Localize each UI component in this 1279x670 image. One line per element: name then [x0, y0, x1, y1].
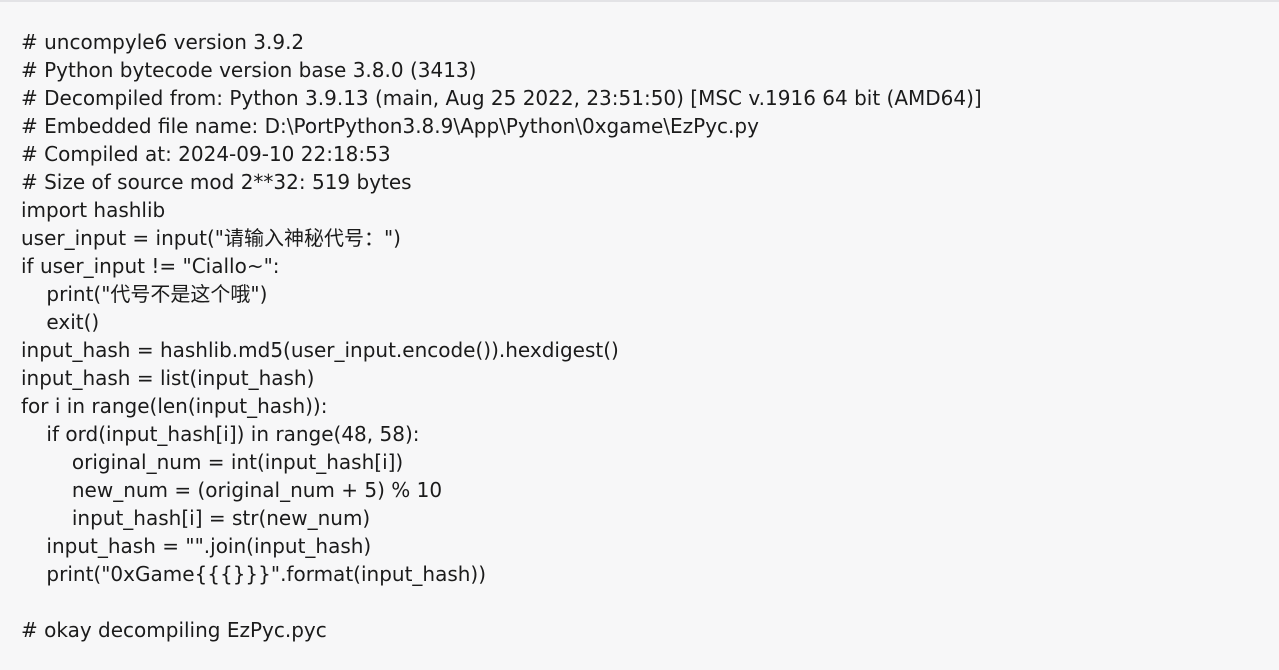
code-line-17: new_num = (original_num + 5) % 10: [21, 478, 443, 502]
code-line-6: # Size of source mod 2**32: 519 bytes: [21, 170, 412, 194]
code-line-8: user_input = input("请输入神秘代号："): [21, 226, 401, 250]
code-line-20: print("0xGame{{{}}}".format(input_hash)): [21, 562, 487, 586]
code-line-19: input_hash = "".join(input_hash): [21, 534, 372, 558]
code-line-9: if user_input != "Ciallo~":: [21, 254, 280, 278]
code-line-14: for i in range(len(input_hash)):: [21, 394, 328, 418]
code-line-5: # Compiled at: 2024-09-10 22:18:53: [21, 142, 391, 166]
code-viewer: # uncompyle6 version 3.9.2 # Python bytec…: [0, 0, 1279, 670]
code-line-16: original_num = int(input_hash[i]): [21, 450, 404, 474]
code-line-3: # Decompiled from: Python 3.9.13 (main, …: [21, 86, 982, 110]
code-line-1: # uncompyle6 version 3.9.2: [21, 30, 305, 54]
code-line-10: print("代号不是这个哦"): [21, 282, 268, 306]
code-line-15: if ord(input_hash[i]) in range(48, 58):: [21, 422, 420, 446]
code-line-7: import hashlib: [21, 198, 166, 222]
code-line-13: input_hash = list(input_hash): [21, 366, 315, 390]
code-line-4: # Embedded file name: D:\PortPython3.8.9…: [21, 114, 759, 138]
code-line-12: input_hash = hashlib.md5(user_input.enco…: [21, 338, 619, 362]
code-line-22: # okay decompiling EzPyc.pyc: [21, 618, 327, 642]
code-line-18: input_hash[i] = str(new_num): [21, 506, 371, 530]
code-line-11: exit(): [21, 310, 100, 334]
code-line-2: # Python bytecode version base 3.8.0 (34…: [21, 58, 477, 82]
decompiled-code-block: # uncompyle6 version 3.9.2 # Python bytec…: [21, 28, 982, 644]
